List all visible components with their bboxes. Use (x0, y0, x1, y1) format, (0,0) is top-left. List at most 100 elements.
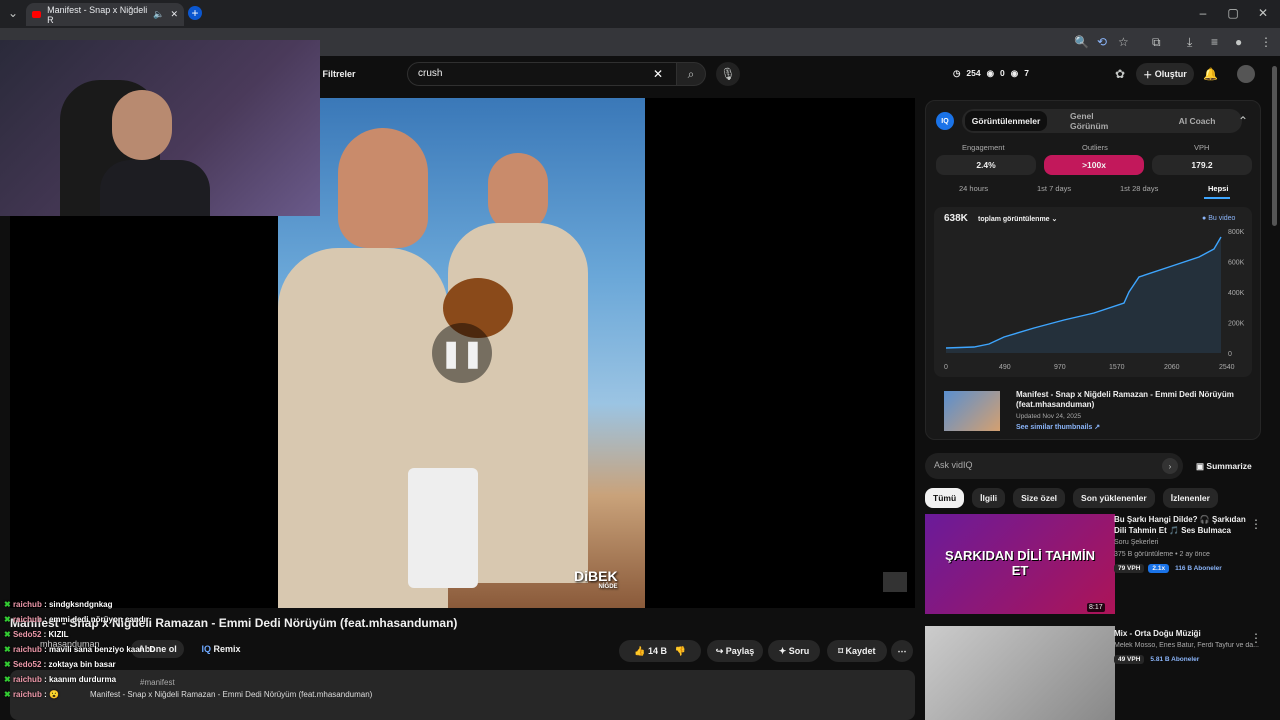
search-button[interactable]: ⌕ (676, 62, 706, 86)
y-tick: 800K (1228, 229, 1245, 236)
x-tick: 2540 (1219, 364, 1235, 371)
send-icon[interactable]: › (1162, 458, 1178, 474)
y-tick: 0 (1228, 351, 1232, 358)
rec-channel[interactable]: Melek Mosso, Enes Batur, Ferdi Tayfur ve… (1114, 642, 1260, 649)
range-28d[interactable]: 1st 28 days (1120, 184, 1158, 193)
vph-label: VPH (1194, 143, 1210, 152)
search-input[interactable]: crush (407, 62, 677, 86)
chat-text: zoktaya bin basar (48, 660, 116, 669)
badge-icon: ✖ (4, 660, 11, 669)
ask-vidiq-input[interactable]: Ask vidIQ (925, 453, 1183, 479)
bookmark-star-icon[interactable]: ☆ (1118, 35, 1129, 49)
download-icon[interactable]: ⤓ (1187, 35, 1192, 50)
share-button[interactable]: ↪ Paylaş (707, 640, 763, 662)
rec-channel[interactable]: Soru Şekerleri (1114, 539, 1158, 546)
bell-icon[interactable]: 🔔 (1203, 67, 1218, 81)
rec-title[interactable]: Mix - Orta Doğu Müziği (1114, 629, 1201, 638)
chip-recent[interactable]: Son yüklenenler (1073, 488, 1155, 508)
mini-thumbnail[interactable] (883, 572, 907, 592)
youtube-icon (32, 11, 42, 18)
chip-for-you[interactable]: Size özel (1013, 488, 1066, 508)
chat-text: emmi dedi nörüyon candır (48, 615, 149, 624)
rec-more-icon[interactable]: ⋮ (1250, 517, 1262, 531)
create-label: Oluştur (1154, 69, 1187, 79)
share-label: Paylaş (725, 646, 755, 656)
translate-icon[interactable]: ⟲ (1097, 35, 1107, 49)
vidiq-panel: IQ Görüntülenmeler Genel Görünüm AI Coac… (925, 100, 1261, 440)
range-24h[interactable]: 24 hours (959, 184, 988, 193)
like-button[interactable]: 👍 14 B (634, 646, 667, 657)
rec-meta: 375 B görüntüleme • 2 ay önce (1114, 551, 1210, 558)
vph-value: 179.2 (1152, 155, 1252, 175)
chip-watched[interactable]: İzlenenler (1162, 488, 1218, 508)
clear-search-icon[interactable]: ✕ (653, 67, 663, 81)
tab-overview[interactable]: Genel Görünüm (1062, 111, 1142, 131)
browser-tab-bar: ⌄ Manifest - Snap x Niğdeli R 🔈 ✕ + – ▢ … (0, 0, 1280, 28)
badge-icon: ✖ (4, 630, 11, 639)
chat-overlay: ✖ raichub : sindgksndgnkag ✖ raichub : em… (0, 596, 320, 720)
chat-text: sindgksndgnkag (48, 600, 113, 609)
browser-tab[interactable]: Manifest - Snap x Niğdeli R 🔈 ✕ (26, 3, 184, 26)
like-dislike-group: 👍 14 B 👎 (619, 640, 701, 662)
sparkle-icon: ✦ (778, 645, 789, 656)
voice-search-icon[interactable]: 🎙 (716, 62, 740, 86)
plus-icon: ＋ (1143, 69, 1155, 80)
vidiq-logo-icon: IQ (936, 112, 954, 130)
gear-icon[interactable]: ✿ (1115, 67, 1125, 81)
dislike-icon[interactable]: 👎 (675, 646, 686, 657)
rec-subs: 5.81 B Aboneler (1150, 656, 1200, 663)
tab-list-icon[interactable]: ⌄ (6, 6, 20, 20)
tab-ai-coach[interactable]: AI Coach (1162, 111, 1232, 131)
chip-all[interactable]: Tümü (925, 488, 965, 508)
tab-views[interactable]: Görüntülenmeler (965, 111, 1047, 131)
chat-message: ✖ raichub : sindgksndgnkag (4, 600, 113, 609)
profile-icon[interactable]: ● (1235, 35, 1242, 49)
rec-subs: 116 B Aboneler (1175, 565, 1222, 572)
avatar[interactable] (1237, 65, 1255, 83)
rec-thumbnail[interactable] (925, 626, 1115, 720)
filters-button[interactable]: Filtreler (318, 64, 360, 84)
engagement-label: Engagement (962, 143, 1005, 152)
range-all[interactable]: Hepsi (1208, 184, 1228, 193)
speaker-icon[interactable]: 🔈 (153, 9, 164, 20)
minimize-icon[interactable]: – (1196, 6, 1210, 20)
maximize-icon[interactable]: ▢ (1226, 6, 1240, 20)
media-icon[interactable]: ≡ (1211, 35, 1218, 49)
badge-icon: ✖ (4, 645, 11, 654)
summarize-label: Summarize (1206, 461, 1252, 471)
tab-title: Manifest - Snap x Niğdeli R (47, 4, 148, 25)
badge-icon: ✖ (4, 615, 11, 624)
chat-text: KIZIL (48, 630, 69, 639)
scrollbar[interactable] (1272, 66, 1277, 226)
save-button[interactable]: ⌑ Kaydet (827, 640, 887, 662)
share-icon: ↪ (715, 645, 726, 656)
menu-icon[interactable]: ⋮ (1260, 35, 1272, 49)
collapse-icon[interactable]: ⌃ (1238, 114, 1248, 128)
more-actions-icon[interactable]: ⋯ (891, 640, 913, 662)
create-button[interactable]: ＋ Oluştur (1136, 63, 1194, 85)
new-tab-icon[interactable]: + (188, 6, 202, 20)
pause-icon[interactable]: ❚❚ (432, 323, 492, 383)
rec-title[interactable]: Bu Şarkı Hangi Dilde? 🎧 Şarkıdan Dili Ta… (1114, 514, 1249, 536)
x-tick: 490 (999, 364, 1011, 371)
rec-vph: 49 VPH (1114, 655, 1145, 664)
chip-related[interactable]: İlgili (972, 488, 1006, 508)
rec-more-icon[interactable]: ⋮ (1250, 631, 1262, 645)
y-tick: 200K (1228, 321, 1245, 328)
similar-thumbnails-link[interactable]: See similar thumbnails ↗ (1016, 423, 1100, 431)
chat-message: ✖ Sedo52 : KIZIL (4, 630, 69, 639)
close-tab-icon[interactable]: ✕ (170, 9, 178, 20)
zoom-icon[interactable]: 🔍 (1074, 35, 1089, 49)
video-thumbnail[interactable] (944, 391, 1000, 431)
x-tick: 1570 (1109, 364, 1125, 371)
stat-views: 254 (966, 68, 981, 78)
chat-message: ✖ raichub : 😮 (4, 690, 59, 699)
ask-button[interactable]: ✦ Soru (768, 640, 820, 662)
rec-thumbnail[interactable]: ŞARKIDAN DİLİ TAHMİN ET 8:17 (925, 514, 1115, 614)
range-7d[interactable]: 1st 7 days (1037, 184, 1071, 193)
summarize-button[interactable]: ▣ Summarize (1196, 461, 1252, 472)
x-tick: 970 (1054, 364, 1066, 371)
extensions-icon[interactable]: ⧉ (1152, 35, 1161, 50)
close-window-icon[interactable]: ✕ (1256, 6, 1270, 20)
engagement-value: 2.4% (936, 155, 1036, 175)
